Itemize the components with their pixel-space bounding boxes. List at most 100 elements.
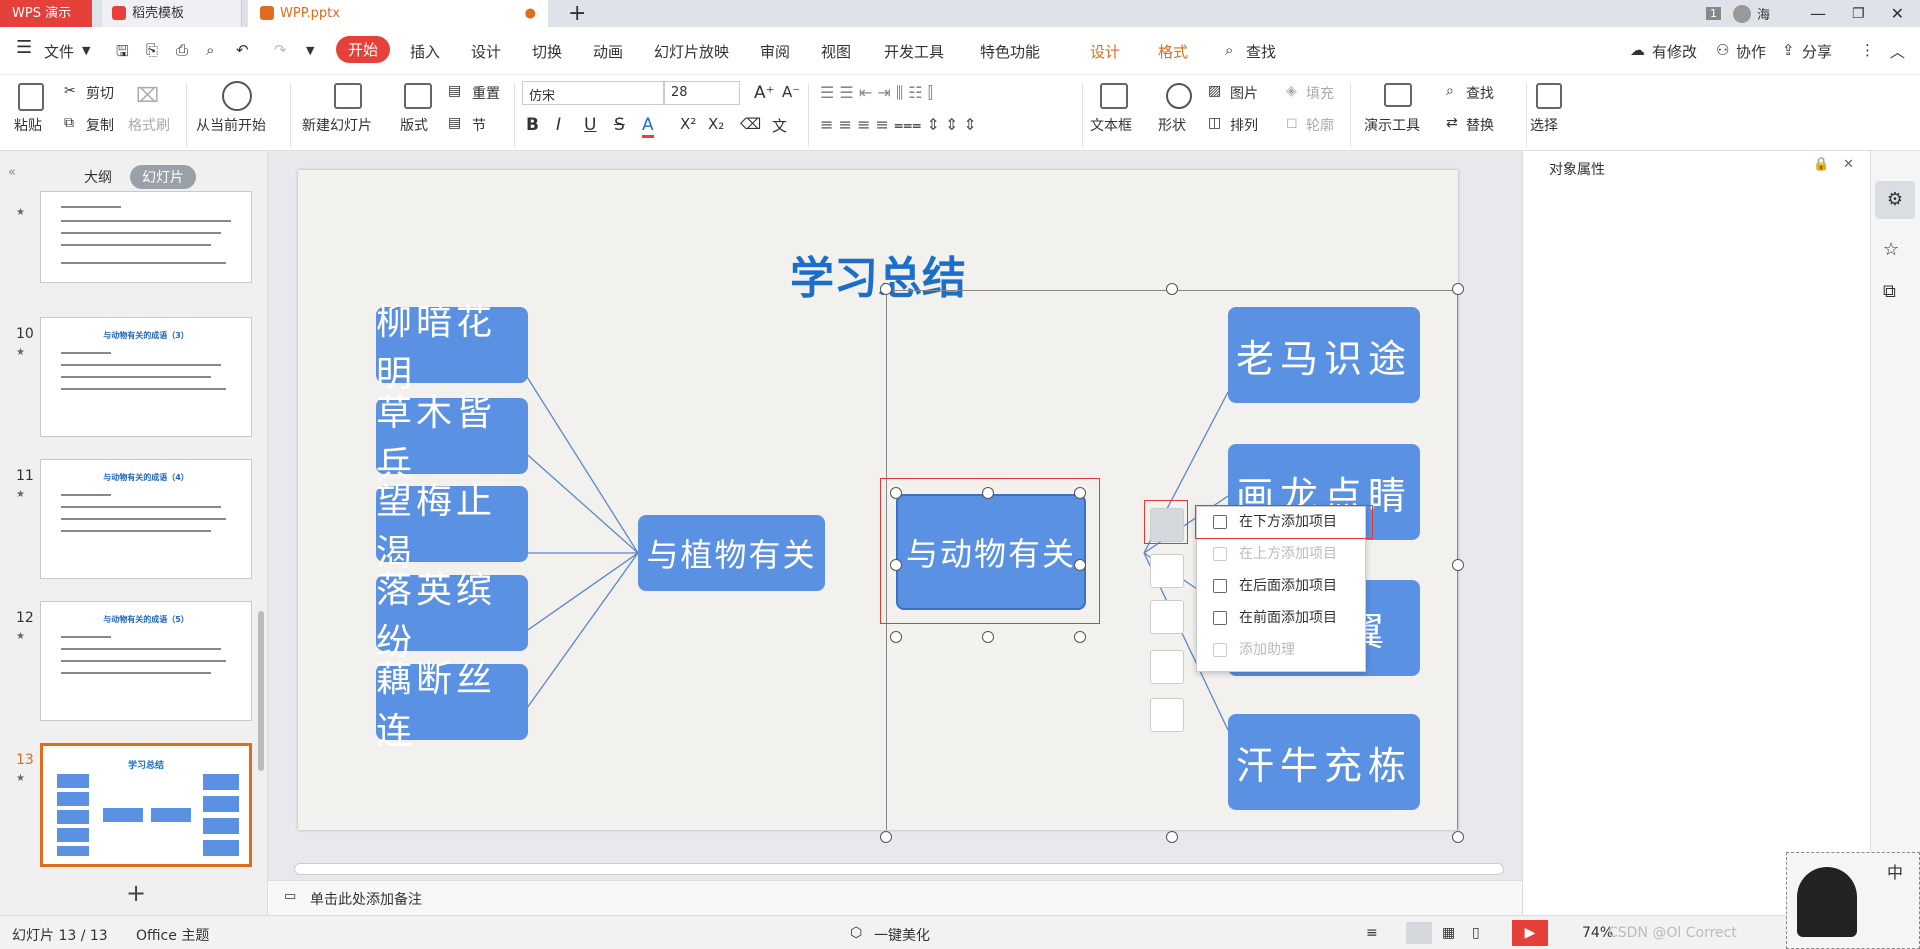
close-icon[interactable]: ✕ — [1891, 4, 1904, 23]
paste-icon[interactable] — [18, 83, 44, 111]
menu-context-design[interactable]: 设计 — [1090, 41, 1120, 62]
section-icon[interactable]: ▤ — [448, 115, 461, 131]
find-icon[interactable]: ⌕ — [1446, 83, 1454, 99]
layout-icon[interactable] — [404, 83, 432, 109]
bullets-icon[interactable]: ☰ ☰ ⇤ ⇥ ⫼ ☷ ⫿ — [820, 83, 933, 103]
arrange-button[interactable]: 排列 — [1230, 115, 1258, 135]
resize-handle[interactable] — [1074, 559, 1086, 571]
normal-view-icon[interactable] — [1406, 922, 1432, 944]
bold-icon[interactable]: B — [526, 115, 539, 135]
tab-wpp-file[interactable]: WPP.pptx ● — [248, 0, 548, 27]
picture-icon[interactable]: ▨ — [1208, 83, 1221, 99]
panel-title[interactable]: 对象属性 — [1549, 159, 1605, 179]
star-icon[interactable]: ☆ — [1883, 239, 1899, 260]
theme-name[interactable]: Office 主题 — [136, 925, 209, 945]
add-item-icon[interactable] — [1150, 508, 1184, 542]
frame-handle[interactable] — [1452, 831, 1464, 843]
resize-handle[interactable] — [1074, 631, 1086, 643]
save-icon[interactable]: 🖫 — [116, 41, 129, 66]
menu-insert[interactable]: 插入 — [410, 41, 440, 62]
search-icon[interactable]: ⌕ — [1225, 41, 1233, 59]
smartart-node[interactable]: 望梅止渴 — [376, 481, 528, 574]
frame-handle[interactable] — [880, 283, 892, 295]
share-button[interactable]: 分享 — [1802, 41, 1832, 62]
lock-icon[interactable]: 🔒 — [1813, 157, 1829, 172]
fill-icon[interactable]: ◈ — [1286, 83, 1297, 99]
play-from-current-button[interactable]: 从当前开始 — [196, 115, 266, 135]
collapse-ribbon-icon[interactable]: ︿ — [1890, 41, 1905, 62]
close-icon[interactable]: ✕ — [1843, 157, 1854, 172]
settings-sliders-icon[interactable]: ⚙ — [1875, 181, 1915, 219]
scissors-icon[interactable]: ✂ — [64, 83, 76, 99]
textbox-button[interactable]: 文本框 — [1090, 115, 1132, 135]
resize-handle[interactable] — [982, 487, 994, 499]
select-button[interactable]: 选择 — [1530, 115, 1558, 135]
resize-handle[interactable] — [982, 631, 994, 643]
menu-special[interactable]: 特色功能 — [980, 41, 1040, 62]
menu-animation[interactable]: 动画 — [593, 41, 623, 62]
new-tab-button[interactable]: + — [568, 0, 586, 27]
add-after-item[interactable]: 在后面添加项目 — [1209, 573, 1337, 599]
replace-button[interactable]: 替换 — [1466, 115, 1494, 135]
menu-developer[interactable]: 开发工具 — [884, 41, 944, 62]
frame-handle[interactable] — [1166, 831, 1178, 843]
replace-icon[interactable]: ⇄ — [1446, 115, 1458, 131]
reset-icon[interactable]: ▤ — [448, 83, 461, 99]
style-brush-icon[interactable] — [1150, 698, 1184, 732]
move-node-icon[interactable] — [1150, 600, 1184, 634]
add-assistant-item[interactable]: 添加助理 — [1209, 637, 1295, 663]
menu-home[interactable]: 开始 — [336, 36, 391, 63]
shape-icon[interactable] — [1166, 83, 1192, 109]
copy-button[interactable]: 复制 — [86, 115, 114, 135]
slide-thumbnail[interactable]: 与动物有关的成语（3） — [40, 317, 252, 437]
smartart-node[interactable]: 柳暗花明 — [376, 302, 528, 395]
align-icons[interactable]: ≡ ≡ ≡ ≡ ⩶ ⇕ ⇕ ⇕ — [820, 115, 977, 135]
menu-view[interactable]: 视图 — [821, 41, 851, 62]
strikethrough-icon[interactable]: S — [614, 115, 625, 135]
horizontal-scrollbar[interactable] — [294, 863, 1504, 875]
preview-icon[interactable]: ⌕ — [206, 41, 214, 59]
modified-status[interactable]: 有修改 — [1652, 41, 1697, 62]
menu-slideshow[interactable]: 幻灯片放映 — [654, 41, 729, 62]
menu-context-format[interactable]: 格式 — [1158, 41, 1188, 62]
shape-button[interactable]: 形状 — [1158, 115, 1186, 135]
slide-thumbnail[interactable] — [40, 191, 252, 283]
superscript-icon[interactable]: X² — [680, 115, 696, 133]
resize-handle[interactable] — [1074, 487, 1086, 499]
redo-icon[interactable]: ↷ — [274, 41, 287, 59]
play-icon[interactable] — [222, 81, 252, 111]
frame-handle[interactable] — [880, 831, 892, 843]
outline-button[interactable]: 轮廓 — [1306, 115, 1334, 135]
menu-design[interactable]: 设计 — [471, 41, 501, 62]
slide-thumbnail[interactable]: 与动物有关的成语（5） — [40, 601, 252, 721]
frame-handle[interactable] — [1166, 283, 1178, 295]
chevron-down-icon[interactable]: ▼ — [82, 44, 90, 57]
smartart-node[interactable]: 草木皆兵 — [376, 393, 528, 486]
export-icon[interactable]: ⎘ — [146, 41, 158, 59]
format-painter-icon[interactable]: ⌧ — [136, 83, 159, 107]
tab-wps-presentation[interactable]: WPS 演示 — [0, 0, 92, 27]
menu-file[interactable]: 文件 — [44, 41, 74, 62]
clear-format-icon[interactable]: ⌫ — [740, 115, 761, 133]
presentation-tools-icon[interactable] — [1384, 83, 1412, 107]
collab-button[interactable]: 协作 — [1736, 41, 1766, 62]
menu-search[interactable]: 查找 — [1246, 41, 1276, 62]
select-icon[interactable] — [1536, 83, 1562, 109]
reset-button[interactable]: 重置 — [472, 83, 500, 103]
reading-view-icon[interactable]: ▯ — [1472, 925, 1480, 941]
grow-font-icon[interactable]: A⁺ — [754, 83, 775, 103]
fill-button[interactable]: 填充 — [1306, 83, 1334, 103]
more-icon[interactable]: ⋮ — [1860, 41, 1875, 59]
beautify-button[interactable]: 一键美化 — [874, 925, 930, 945]
smartart-node-plants[interactable]: 与植物有关 — [638, 515, 825, 591]
menu-transitions[interactable]: 切换 — [532, 41, 562, 62]
tab-daoke-templates[interactable]: 稻壳模板 — [102, 0, 242, 27]
find-button[interactable]: 查找 — [1466, 83, 1494, 103]
hamburger-icon[interactable]: ☰ — [16, 37, 32, 58]
font-color-icon[interactable]: A — [642, 115, 654, 138]
add-slide-button[interactable]: + — [126, 879, 146, 907]
sorter-view-icon[interactable]: ▦ — [1442, 925, 1455, 941]
tab-outline[interactable]: 大纲 — [84, 167, 112, 187]
section-button[interactable]: 节 — [472, 115, 486, 135]
smartart-node[interactable]: 藕断丝连 — [376, 659, 528, 752]
